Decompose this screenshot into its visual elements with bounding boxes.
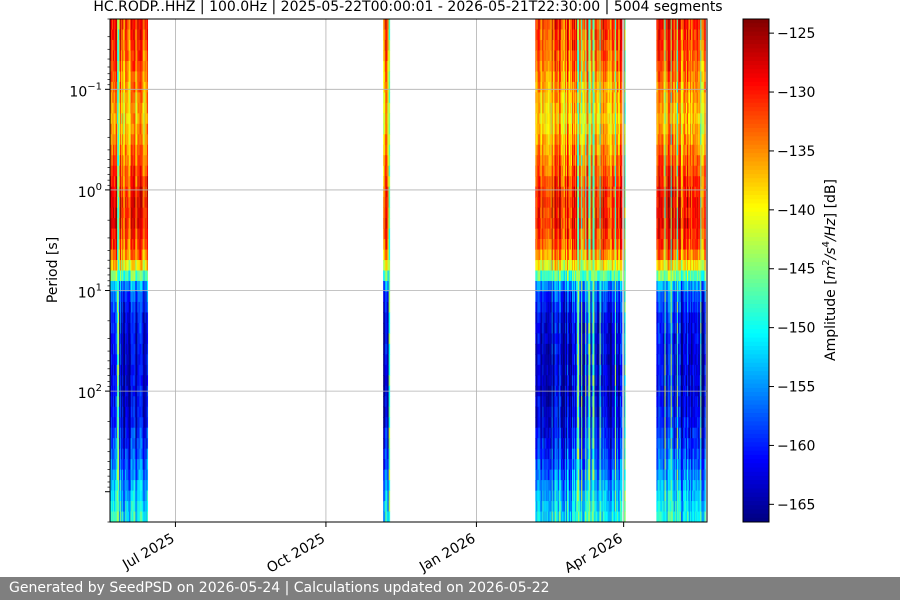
heatmap-cell [388,71,391,83]
heatmap-cell [146,81,149,93]
heatmap-cell [388,417,391,429]
heatmap-cell [388,322,391,334]
heatmap-cell [388,113,391,125]
heatmap-cell [146,134,149,146]
heatmap-cell [388,375,391,387]
heatmap-cell [388,448,391,460]
heatmap-cell [388,144,391,156]
heatmap-cell [146,343,149,355]
heatmap-cell [388,406,391,418]
heatmap-cell [146,322,149,334]
heatmap-cell [388,19,391,30]
heatmap-cell [146,270,149,282]
heatmap-cell [146,176,149,188]
heatmap-cell [388,165,391,177]
heatmap-cell [146,249,149,261]
heatmap-cell [146,396,149,408]
heatmap-cell [388,438,391,450]
heatmap-cell [388,81,391,93]
heatmap-cell [146,354,149,366]
heatmap-cell [388,343,391,355]
heatmap-cell [146,19,149,30]
heatmap-cell [146,29,149,41]
heatmap-cell [146,312,149,324]
heatmap-cell [388,469,391,481]
heatmap-cell [146,228,149,240]
heatmap-cell [388,270,391,282]
heatmap-cell [388,134,391,146]
heatmap-cell [388,459,391,471]
heatmap-cell [388,364,391,376]
heatmap-cell [388,480,391,491]
heatmap-cell [146,260,149,271]
heatmap-cell [388,228,391,240]
heatmap-cell [146,60,149,72]
heatmap-cell [146,102,149,114]
heatmap-cell [388,102,391,114]
heatmap-cell [388,427,391,439]
heatmap-cell [146,301,149,313]
heatmap-cell [146,144,149,156]
heatmap-cell [146,186,149,198]
heatmap-cell [146,218,149,229]
heatmap-cell [146,165,149,177]
psd-spectrogram-chart: Jul 2025 Oct 2025 Jan 2026 Apr 2026 10−1100… [45,0,839,577]
heatmap-cell [388,39,391,51]
heatmap-cell [146,207,149,219]
heatmap-cell [388,501,391,512]
heatmap-cell [146,375,149,387]
heatmap-cell [146,364,149,376]
heatmap-cell [388,197,391,209]
heatmap-cell [146,406,149,418]
heatmap-cell [146,448,149,460]
heatmap-cell [388,123,391,135]
heatmap-cell [146,459,149,471]
heatmap-cell [388,207,391,219]
heatmap-cell [388,218,391,229]
heatmap-cell [146,113,149,125]
heatmap-cell [388,301,391,313]
heatmap-cell [388,354,391,366]
heatmap-cell [146,427,149,439]
heatmap-cell [388,155,391,167]
heatmap-cell [146,417,149,429]
heatmap-cell [388,260,391,271]
heatmap-cell [388,396,391,408]
heatmap-cell [388,50,391,62]
heatmap-cell [388,511,391,522]
heatmap-cell [146,333,149,345]
heatmap-cell [146,480,149,491]
heatmap-cell [388,176,391,188]
heatmap-cell [388,312,391,324]
heatmap-cell [388,60,391,72]
heatmap-cell [146,501,149,512]
heatmap-cell [146,92,149,104]
heatmap-cell [146,71,149,83]
heatmap-cell [146,197,149,209]
heatmap-cell [388,333,391,345]
heatmap-cell [388,249,391,261]
heatmap-cell [146,511,149,522]
heatmap-cell [146,469,149,481]
heatmap-cell [146,39,149,51]
heatmap-cell [388,29,391,41]
heatmap-cell [146,123,149,135]
heatmap-cell [146,155,149,167]
heatmap-cell [388,291,391,303]
heatmap-cell [146,50,149,62]
heatmap-cell [388,490,391,502]
heatmap-cell [146,239,149,250]
heatmap-cell [146,291,149,303]
heatmap-cell [388,239,391,250]
heatmap-cell [388,186,391,198]
heatmap-cell [146,438,149,450]
spectrogram-heatmap [110,19,706,522]
heatmap-cell [388,92,391,104]
heatmap-cell [146,490,149,502]
